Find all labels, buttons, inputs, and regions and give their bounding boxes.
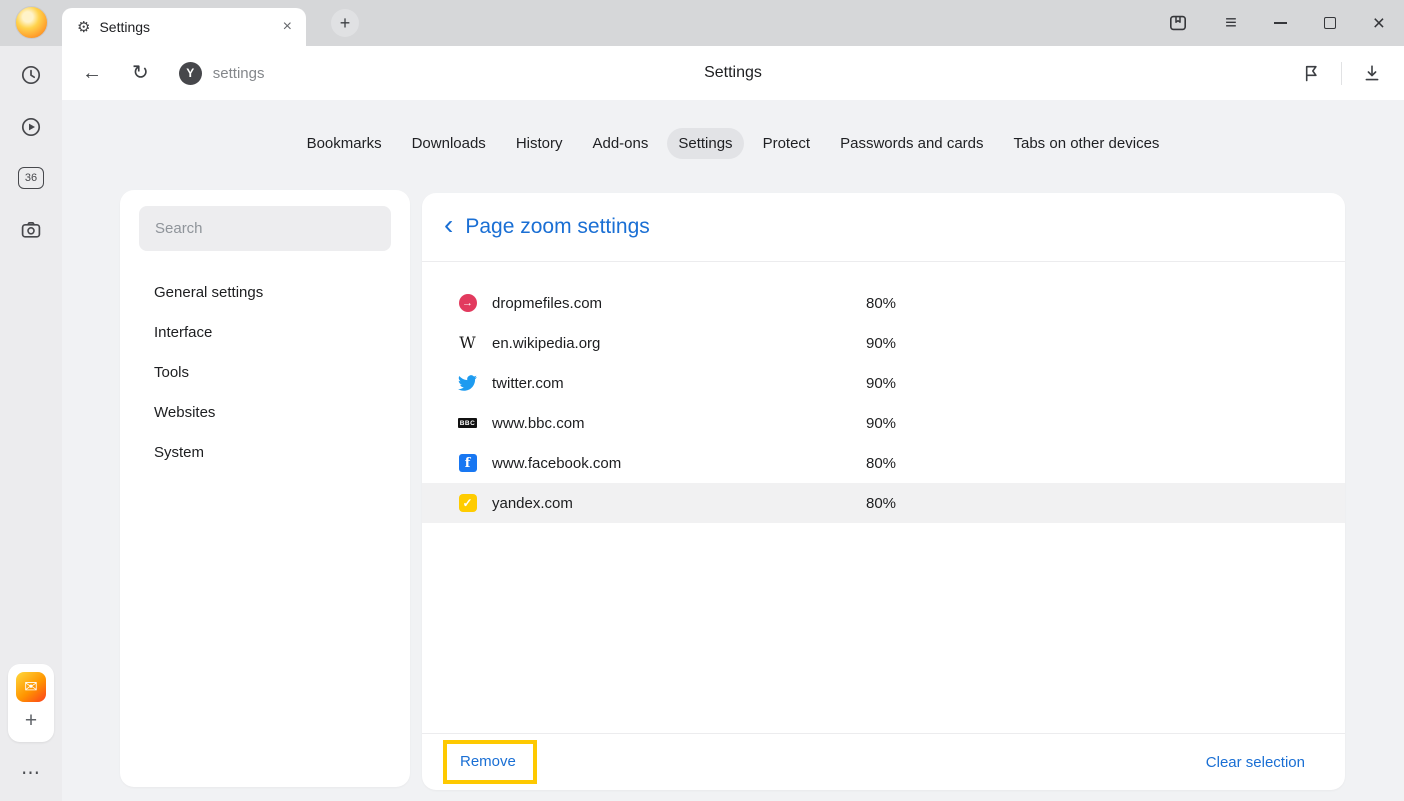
nav-tab-history[interactable]: History [505,128,574,159]
check-icon: ✓ [459,494,477,512]
menu-item-interface[interactable]: Interface [120,312,410,352]
new-tab-button[interactable]: + [331,9,359,37]
side-panels-icon[interactable] [1168,13,1188,33]
site-name: www.facebook.com [492,455,866,472]
zoom-row-facebook[interactable]: f www.facebook.com 80% [422,443,1345,483]
nav-tab-settings[interactable]: Settings [667,128,743,159]
address-bar[interactable]: Y settings [179,62,265,85]
maximize-button[interactable] [1324,17,1336,29]
history-clock-icon[interactable] [19,63,43,92]
zoom-value: 80% [866,495,896,512]
page-zoom-panel: ‹ Page zoom settings → dropmefiles.com 8… [422,193,1345,790]
menu-item-tools[interactable]: Tools [120,352,410,392]
rail-widget: ✉ + [8,664,54,742]
site-name: dropmefiles.com [492,295,866,312]
nav-tab-protect[interactable]: Protect [752,128,822,159]
highlight-annotation: Remove [443,740,537,784]
zoom-value: 90% [866,415,896,432]
nav-tab-addons[interactable]: Add-ons [581,128,659,159]
menu-item-websites[interactable]: Websites [120,392,410,432]
nav-tab-downloads[interactable]: Downloads [401,128,497,159]
settings-nav: Bookmarks Downloads History Add-ons Sett… [62,128,1404,159]
menu-icon[interactable]: ≡ [1225,13,1237,33]
toolbar-left-group: ← ↻ Y settings [62,46,264,100]
toolbar-divider [1341,62,1342,85]
site-name: yandex.com [492,495,866,512]
zoom-row-wikipedia[interactable]: W en.wikipedia.org 90% [422,323,1345,363]
nav-tab-passwords[interactable]: Passwords and cards [829,128,994,159]
remove-button[interactable]: Remove [460,753,516,770]
zoom-value: 90% [866,335,896,352]
search-input[interactable] [139,206,391,251]
settings-menu-panel: General settings Interface Tools Website… [120,190,410,787]
tab-bar: ⚙ Settings × + ≡ × [0,0,1404,46]
menu-item-general-settings[interactable]: General settings [120,272,410,312]
more-options-icon[interactable]: ⋯ [21,762,41,785]
profile-avatar[interactable] [15,6,48,39]
site-name: www.bbc.com [492,415,866,432]
add-service-button[interactable]: + [8,709,54,733]
reload-icon[interactable]: ↻ [132,63,149,83]
search-box [139,206,391,251]
zoom-header: ‹ Page zoom settings [422,193,1345,262]
minimize-button[interactable] [1274,22,1287,24]
site-name: en.wikipedia.org [492,335,866,352]
settings-menu-list: General settings Interface Tools Website… [120,272,410,472]
back-chevron-icon[interactable]: ‹ [444,209,453,241]
site-name: twitter.com [492,375,866,392]
arrow-right-icon: → [459,294,477,312]
screenshot-icon[interactable] [19,218,43,247]
clear-selection-button[interactable]: Clear selection [1206,754,1305,771]
browser-toolbar: ← ↻ Y settings Settings [62,46,1404,100]
window-controls: ≡ × [1168,0,1404,46]
play-icon[interactable] [19,115,43,144]
browser-window: ⚙ Settings × + ≡ × ← ↻ Y settings Settin… [0,0,1404,801]
nav-tab-other-devices[interactable]: Tabs on other devices [1003,128,1171,159]
bbc-letters-icon: BBC [458,418,477,428]
envelope-icon: ✉ [24,677,37,697]
toolbar-right-group [1301,46,1404,100]
minimize-icon [1274,22,1287,24]
wikipedia-icon: W [458,335,477,351]
maximize-icon [1324,17,1336,29]
nav-tab-bookmarks[interactable]: Bookmarks [296,128,393,159]
zoom-row-yandex[interactable]: ✓ yandex.com 80% [422,483,1345,523]
tab-close-icon[interactable]: × [279,18,296,36]
zoom-row-dropmefiles[interactable]: → dropmefiles.com 80% [422,283,1345,323]
close-button[interactable]: × [1373,13,1385,34]
back-icon[interactable]: ← [82,63,102,83]
browser-tab-settings[interactable]: ⚙ Settings × [62,8,306,46]
zoom-row-twitter[interactable]: twitter.com 90% [422,363,1345,403]
tab-title: Settings [99,19,269,35]
facebook-f-icon: f [459,454,477,472]
page-title: Page zoom settings [465,215,649,239]
menu-item-system[interactable]: System [120,432,410,472]
facebook-icon: f [458,454,477,472]
twitter-icon [458,375,477,391]
yandex-mail-icon[interactable]: ✉ [16,672,46,702]
address-text: settings [213,65,265,82]
zoom-value: 90% [866,375,896,392]
zoom-value: 80% [866,455,896,472]
zoom-row-bbc[interactable]: BBC www.bbc.com 90% [422,403,1345,443]
bbc-icon: BBC [458,418,477,428]
zoom-value: 80% [866,295,896,312]
dropmefiles-icon: → [458,294,477,312]
zoom-site-list: → dropmefiles.com 80% W en.wikipedia.org… [422,262,1345,733]
yandex-site-icon: Y [179,62,202,85]
left-rail: 36 ✉ + ⋯ [0,46,62,801]
wikipedia-w-icon: W [459,335,475,351]
zoom-footer: Remove Clear selection [422,733,1345,790]
bookmark-flag-icon[interactable] [1301,63,1321,84]
download-icon[interactable] [1362,63,1382,83]
gear-icon: ⚙ [77,18,90,36]
tab-counter-badge[interactable]: 36 [18,167,44,189]
checkbox-checked-icon[interactable]: ✓ [458,494,477,512]
